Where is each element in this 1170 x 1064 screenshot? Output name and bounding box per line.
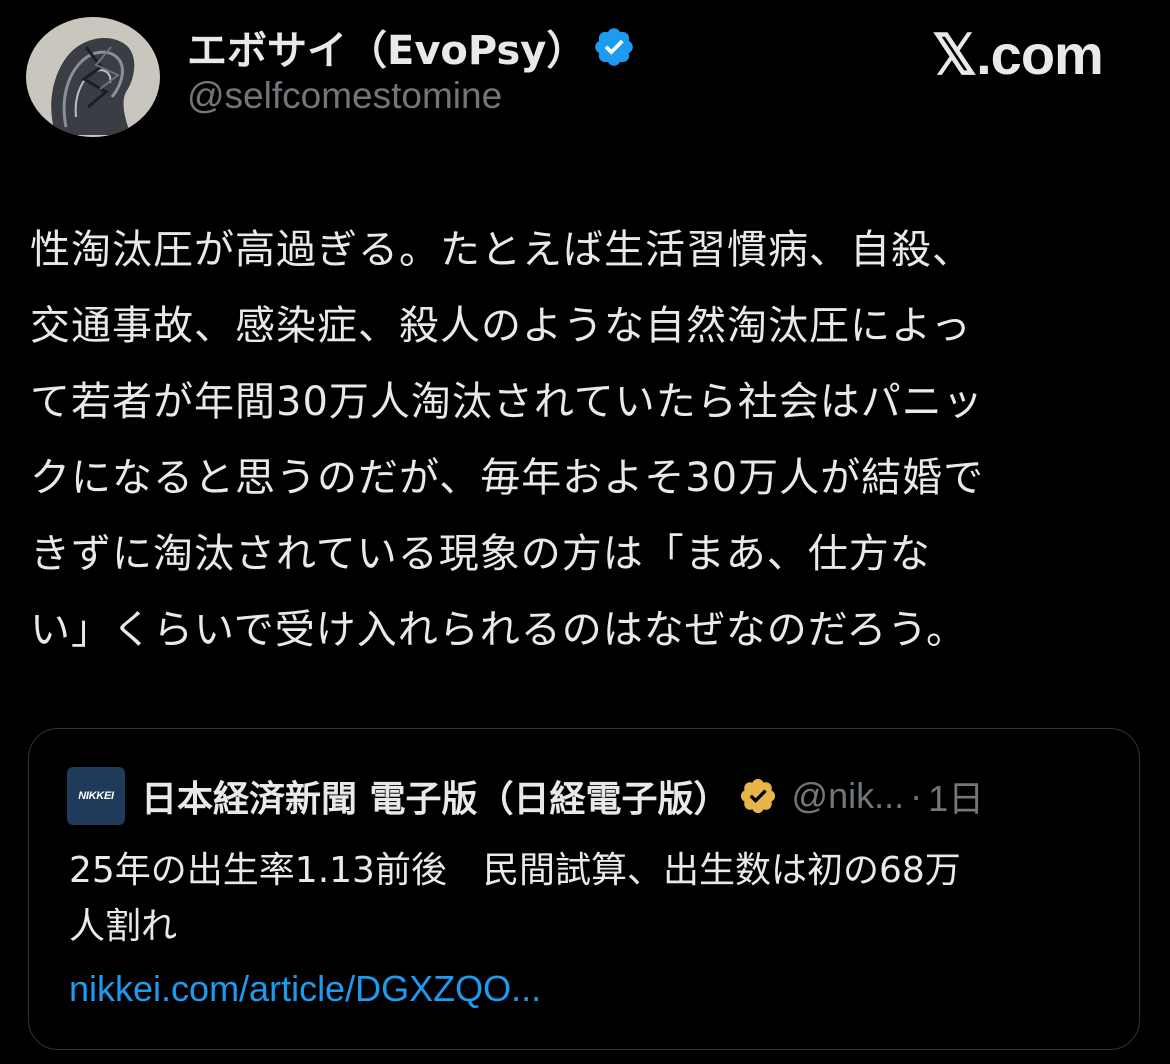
quote-author-handle[interactable]: @nik... <box>792 775 905 817</box>
quote-timestamp[interactable]: 1日 <box>928 770 984 822</box>
verified-badge-icon <box>592 25 636 69</box>
tweet-line: きずに淘汰されている現象の方は「まあ、仕方な <box>30 531 931 577</box>
tweet-line: い」くらいで受け入れられるのはなぜなのだろう。 <box>30 607 967 653</box>
verified-gold-badge-icon <box>738 776 778 816</box>
quote-line: 人割れ <box>69 906 178 947</box>
tweet-line: 性淘汰圧が高過ぎる。たとえば生活習慣病、自殺、 <box>30 227 973 273</box>
tweet-line: 交通事故、感染症、殺人のような自然淘汰圧によっ <box>30 303 972 349</box>
quote-text: 25年の出生率1.13前後 民間試算、出生数は初の68万 人割れ <box>69 843 1119 955</box>
author-name-text: エボサイ（EvoPsy） <box>187 28 587 74</box>
quote-author-name[interactable]: 日本経済新聞 電子版（日経電子版） <box>141 770 730 822</box>
author-handle[interactable]: @selfcomestomine <box>187 75 502 117</box>
article-link[interactable]: nikkei.com/article/DGXZQO... <box>69 961 541 1017</box>
nikkei-logo-icon[interactable]: NIKKEI <box>67 767 125 825</box>
nikkei-logo-text: NIKKEI <box>78 790 114 802</box>
separator-dot: · <box>910 775 923 816</box>
quote-tweet-card[interactable]: NIKKEI 日本経済新聞 電子版（日経電子版） @nik... · 1日 25… <box>28 728 1140 1050</box>
quote-line: 25年の出生率1.13前後 民間試算、出生数は初の68万 <box>69 850 961 891</box>
avatar[interactable] <box>26 17 160 137</box>
x-logo: 𝕏.com <box>932 23 1104 86</box>
tweet-text: 性淘汰圧が高過ぎる。たとえば生活習慣病、自殺、 交通事故、感染症、殺人のような自… <box>30 212 1130 668</box>
tweet-line: て若者が年間30万人淘汰されていたら社会はパニッ <box>30 379 984 425</box>
author-name[interactable]: エボサイ（EvoPsy） <box>187 19 636 75</box>
tweet-line: クになると思うのだが、毎年およそ30万人が結婚で <box>30 455 985 501</box>
quote-header: NIKKEI 日本経済新聞 電子版（日経電子版） @nik... · 1日 <box>67 765 984 827</box>
